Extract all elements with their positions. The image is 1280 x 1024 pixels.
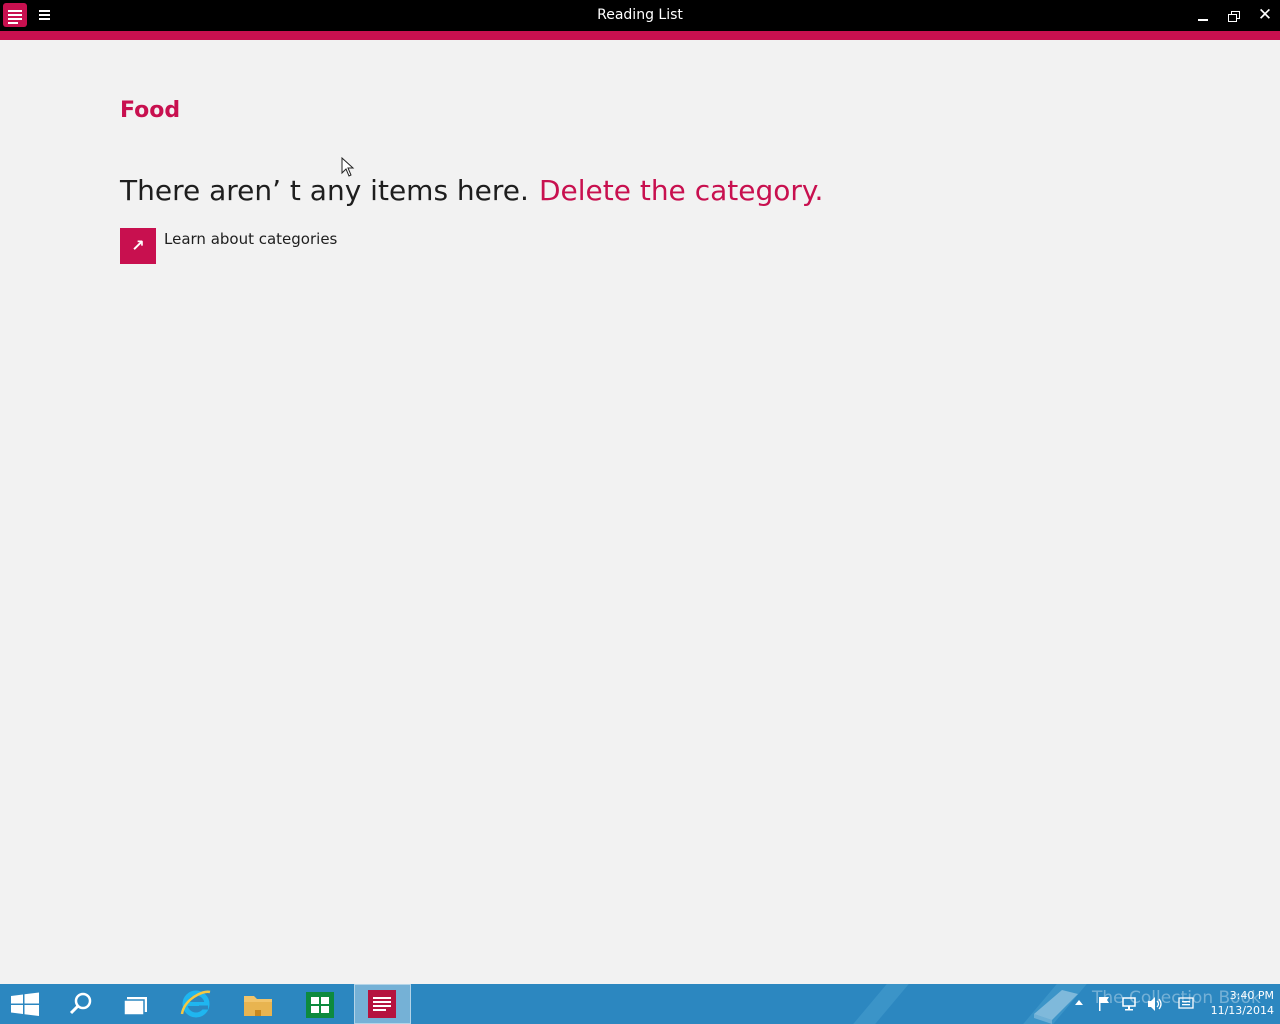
close-button[interactable]: ✕ bbox=[1250, 0, 1280, 31]
minimize-button[interactable] bbox=[1188, 0, 1218, 31]
network-icon[interactable] bbox=[1121, 996, 1137, 1012]
window-title: Reading List bbox=[597, 7, 683, 23]
keyboard-icon[interactable] bbox=[1178, 996, 1194, 1010]
restore-button[interactable] bbox=[1219, 0, 1249, 31]
minimize-icon bbox=[1198, 19, 1208, 21]
external-link-arrow-icon: ↗ bbox=[120, 228, 156, 264]
task-view-icon bbox=[123, 997, 147, 1016]
taskbar-decor-stripe bbox=[844, 984, 918, 1024]
taskbar-clock[interactable]: 3:40 PM 11/13/2014 bbox=[1200, 988, 1274, 1018]
clock-time: 3:40 PM bbox=[1229, 989, 1274, 1002]
file-explorer-icon bbox=[244, 996, 272, 1016]
start-button[interactable] bbox=[0, 984, 56, 1024]
internet-explorer-icon bbox=[180, 990, 211, 1018]
search-button[interactable] bbox=[52, 984, 108, 1024]
file-explorer-button[interactable] bbox=[230, 984, 286, 1024]
action-center-flag-icon[interactable] bbox=[1097, 996, 1111, 1012]
learn-about-categories-label[interactable]: Learn about categories bbox=[164, 230, 337, 248]
task-view-button[interactable] bbox=[108, 984, 164, 1024]
volume-icon[interactable] bbox=[1146, 996, 1164, 1012]
delete-category-link[interactable]: Delete the category. bbox=[539, 174, 823, 207]
taskbar: The Collection Book 3:40 PM 11/13/2014 bbox=[0, 984, 1280, 1024]
empty-state-message: There aren’ t any items here. Delete the … bbox=[120, 174, 823, 207]
windows-start-icon bbox=[11, 992, 39, 1016]
clock-date: 11/13/2014 bbox=[1210, 1004, 1274, 1017]
store-icon bbox=[306, 992, 334, 1018]
empty-message-text: There aren’ t any items here. bbox=[120, 174, 529, 207]
accent-bar bbox=[0, 31, 1280, 40]
store-button[interactable] bbox=[292, 984, 348, 1024]
internet-explorer-button[interactable] bbox=[168, 984, 224, 1024]
reading-list-taskbar-button[interactable] bbox=[354, 984, 411, 1024]
category-title: Food bbox=[120, 98, 181, 123]
show-hidden-icons-icon[interactable] bbox=[1073, 996, 1085, 1008]
reading-list-icon bbox=[368, 990, 396, 1018]
title-bar: Reading List ✕ bbox=[0, 0, 1280, 31]
search-icon bbox=[69, 992, 92, 1015]
mouse-cursor-icon bbox=[341, 157, 355, 177]
